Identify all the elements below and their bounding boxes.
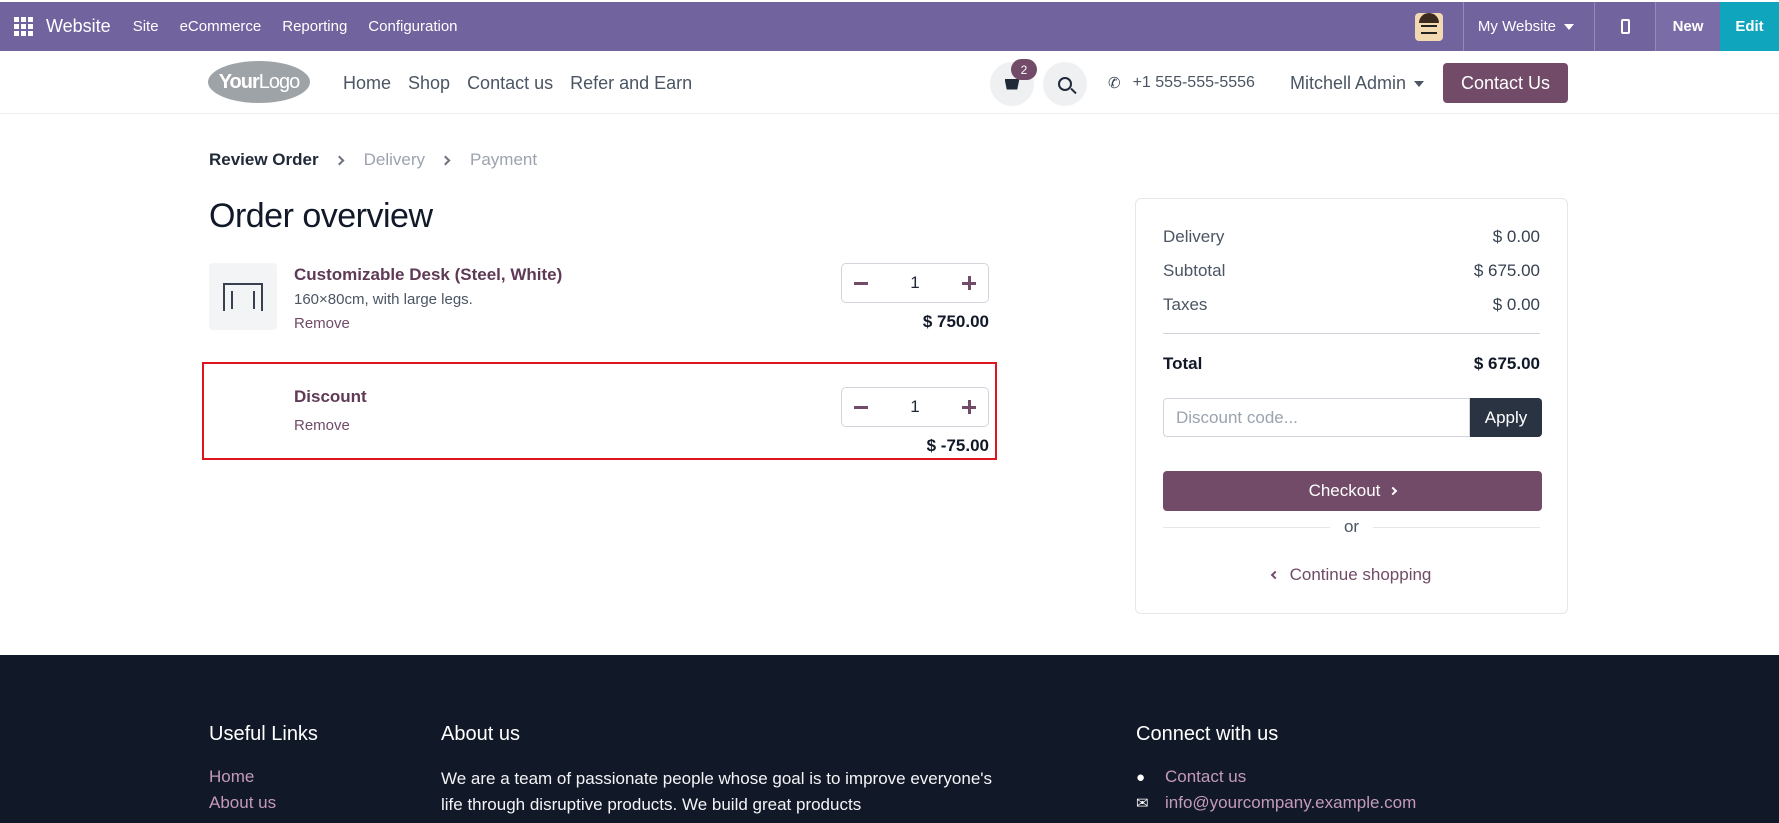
phone-icon: ✆: [1108, 75, 1121, 92]
logo-text-light: Logo: [258, 70, 300, 93]
footer-link-about-us[interactable]: About us: [209, 793, 276, 813]
footer-connect-title: Connect with us: [1136, 723, 1279, 745]
order-line: Customizable Desk (Steel, White) 160×80c…: [209, 263, 989, 338]
footer-about-title: About us: [441, 723, 520, 745]
summary-value: $ 675.00: [1473, 261, 1540, 280]
website-selector-label: My Website: [1477, 18, 1556, 35]
plus-icon[interactable]: [962, 276, 976, 290]
nav-refer-and-earn[interactable]: Refer and Earn: [570, 73, 692, 94]
product-image[interactable]: [209, 263, 277, 330]
admin-menu-site[interactable]: Site: [133, 18, 159, 35]
quantity-stepper: 1: [841, 263, 989, 303]
admin-menu-configuration[interactable]: Configuration: [368, 18, 457, 35]
user-menu[interactable]: Mitchell Admin: [1290, 73, 1425, 94]
logo-text-bold: Your: [218, 70, 260, 93]
edit-button[interactable]: Edit: [1720, 2, 1779, 51]
site-footer: Useful Links Home About us About us We a…: [0, 655, 1779, 823]
admin-brand[interactable]: Website: [46, 16, 111, 37]
minus-icon[interactable]: [854, 281, 868, 285]
product-description: 160×80cm, with large legs.: [294, 291, 473, 308]
admin-menu-ecommerce[interactable]: eCommerce: [180, 18, 262, 35]
chevron-right-icon: [440, 155, 451, 165]
footer-email-link[interactable]: ✉ info@yourcompany.example.com: [1136, 793, 1416, 813]
chevron-right-icon: [1389, 486, 1398, 496]
mobile-preview-icon[interactable]: [1595, 19, 1655, 34]
footer-email-label: info@yourcompany.example.com: [1165, 793, 1417, 812]
step-payment: Payment: [470, 150, 538, 169]
summary-value: $ 0.00: [1492, 227, 1540, 246]
search-icon: [1058, 77, 1072, 91]
main-nav: Home Shop Contact us Refer and Earn: [343, 73, 692, 94]
chevron-right-icon: [334, 155, 345, 165]
divider: [1163, 333, 1540, 334]
summary-delivery-row: Delivery $ 0.00: [1163, 227, 1540, 247]
search-button[interactable]: [1043, 62, 1087, 106]
continue-label: Continue shopping: [1289, 565, 1432, 584]
nav-contact-us[interactable]: Contact us: [467, 73, 553, 94]
comment-icon: ●: [1136, 768, 1146, 786]
footer-link-home[interactable]: Home: [209, 767, 254, 787]
checkout-steps: Review Order Delivery Payment: [209, 150, 537, 170]
summary-subtotal-row: Subtotal $ 675.00: [1163, 261, 1540, 281]
phone-link[interactable]: ✆ +1 555-555-5556: [1108, 74, 1255, 92]
checkout-label: Checkout: [1308, 481, 1381, 500]
summary-taxes-row: Taxes $ 0.00: [1163, 295, 1540, 315]
remove-link[interactable]: Remove: [294, 315, 350, 332]
envelope-icon: ✉: [1136, 795, 1149, 812]
phone-number: +1 555-555-5556: [1132, 74, 1255, 91]
or-separator: or: [1163, 517, 1540, 537]
footer-contact-label: Contact us: [1165, 767, 1247, 786]
chevron-left-icon: [1270, 570, 1279, 580]
summary-total-row: Total $ 675.00: [1163, 354, 1540, 374]
page-title: Order overview: [209, 197, 433, 235]
checkout-button[interactable]: Checkout: [1163, 471, 1542, 511]
website-selector[interactable]: My Website: [1464, 18, 1594, 35]
cart-icon: [1004, 78, 1020, 90]
quantity-value[interactable]: 1: [910, 273, 919, 293]
step-review-order: Review Order: [209, 150, 319, 169]
apps-grid-icon[interactable]: [0, 2, 46, 51]
site-header: Your Logo Home Shop Contact us Refer and …: [0, 51, 1779, 114]
summary-label: Total: [1163, 354, 1203, 373]
summary-value: $ 0.00: [1492, 295, 1540, 314]
caret-down-icon: [1564, 23, 1574, 30]
summary-value: $ 675.00: [1473, 354, 1540, 373]
desk-icon: [223, 282, 263, 311]
nav-shop[interactable]: Shop: [408, 73, 450, 94]
line-price: $ 750.00: [922, 312, 989, 331]
user-name: Mitchell Admin: [1290, 73, 1407, 93]
product-name[interactable]: Customizable Desk (Steel, White): [294, 265, 562, 285]
summary-label: Subtotal: [1163, 261, 1226, 280]
new-button[interactable]: New: [1656, 2, 1720, 51]
or-label: or: [1343, 517, 1360, 536]
footer-about-text: We are a team of passionate people whose…: [441, 769, 993, 814]
highlight-box: [202, 362, 997, 460]
site-logo[interactable]: Your Logo: [208, 61, 310, 103]
cart-count-badge: 2: [1011, 59, 1037, 80]
continue-shopping-link[interactable]: Continue shopping: [1136, 565, 1567, 585]
discount-code-input[interactable]: [1163, 398, 1470, 437]
user-avatar[interactable]: [1414, 12, 1443, 41]
contact-us-button[interactable]: Contact Us: [1443, 63, 1568, 103]
apply-button[interactable]: Apply: [1470, 398, 1542, 437]
footer-useful-links-title: Useful Links: [209, 723, 318, 745]
order-summary: Delivery $ 0.00 Subtotal $ 675.00 Taxes …: [1135, 198, 1568, 614]
footer-contact-link[interactable]: ● Contact us: [1136, 767, 1246, 787]
step-delivery: Delivery: [363, 150, 426, 169]
nav-home[interactable]: Home: [343, 73, 391, 94]
admin-menu-reporting[interactable]: Reporting: [282, 18, 347, 35]
summary-label: Taxes: [1163, 295, 1208, 314]
caret-down-icon: [1414, 80, 1425, 87]
admin-bar: Website Site eCommerce Reporting Configu…: [0, 2, 1779, 51]
summary-label: Delivery: [1163, 227, 1225, 246]
